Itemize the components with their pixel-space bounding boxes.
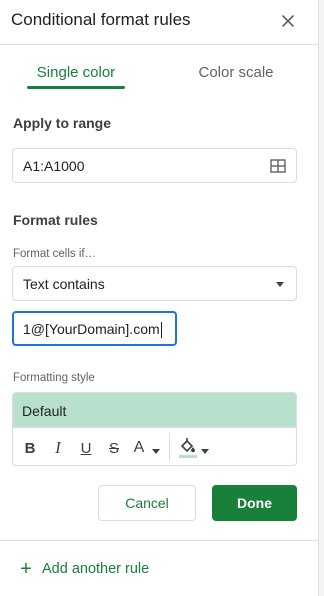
format-rules-heading: Format rules [13, 212, 98, 228]
add-plus-icon: + [20, 558, 32, 580]
panel-header: Conditional format rules [0, 0, 318, 44]
condition-value-text: 1@[YourDomain].com [23, 321, 160, 337]
condition-select-value: Text contains [23, 276, 105, 292]
add-rule-label: Add another rule [42, 561, 150, 577]
conditional-format-panel: Conditional format rules Single color Co… [0, 0, 318, 596]
formatting-style-label: Formatting style [13, 372, 95, 384]
text-color-button[interactable]: A [132, 438, 146, 458]
strikethrough-button[interactable]: S [106, 438, 122, 458]
select-range-icon[interactable] [270, 158, 286, 174]
underline-button[interactable]: U [78, 438, 94, 458]
bold-button[interactable]: B [22, 438, 38, 458]
condition-label: Format cells if… [13, 248, 97, 260]
toolbar-separator [169, 433, 170, 461]
range-input[interactable]: A1:A1000 [12, 148, 297, 183]
panel-title: Conditional format rules [11, 10, 191, 29]
fill-color-dropdown-icon[interactable] [201, 449, 209, 454]
tab-single-color[interactable]: Single color [28, 64, 124, 81]
dropdown-caret-icon [276, 282, 284, 287]
add-another-rule-link[interactable]: + Add another rule [18, 559, 149, 579]
range-input-value: A1:A1000 [23, 158, 85, 174]
condition-select[interactable]: Text contains [12, 266, 297, 301]
active-tab-indicator [27, 86, 125, 89]
text-color-dropdown-icon[interactable] [152, 449, 160, 454]
header-divider [0, 44, 318, 45]
condition-value-input[interactable]: 1@[YourDomain].com [12, 311, 177, 346]
panel-scroll-edge [318, 0, 324, 596]
style-toolbar: B I U S A [13, 429, 296, 465]
formatting-style-box: Default B I U S A [12, 392, 297, 466]
italic-button[interactable]: I [50, 438, 66, 458]
cancel-button[interactable]: Cancel [98, 485, 196, 521]
fill-color-icon[interactable] [179, 437, 197, 459]
style-preview[interactable]: Default [13, 393, 296, 428]
apply-range-heading: Apply to range [13, 115, 112, 131]
text-cursor [160, 322, 162, 339]
tab-color-scale[interactable]: Color scale [186, 64, 286, 81]
footer-divider [0, 540, 318, 541]
close-icon[interactable] [278, 11, 298, 31]
style-preview-text: Default [22, 403, 67, 419]
done-button[interactable]: Done [212, 485, 297, 521]
